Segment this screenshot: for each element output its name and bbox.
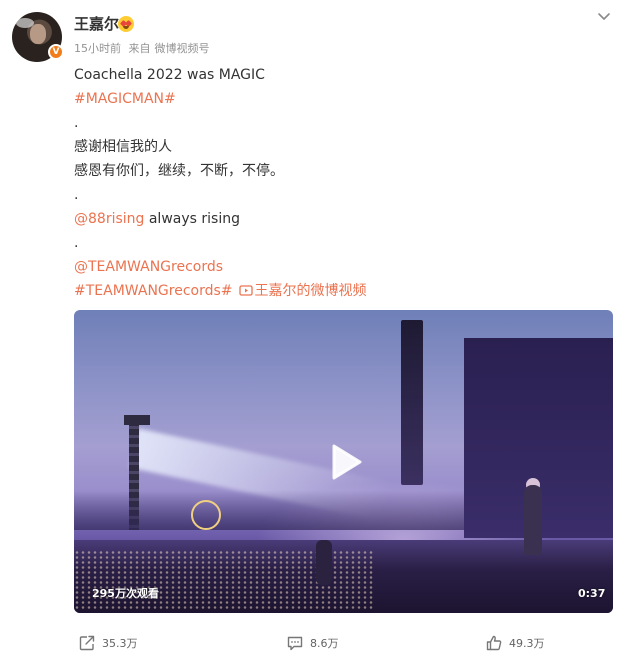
comment-icon [287, 636, 303, 651]
view-count: 295万次观看 [92, 587, 159, 600]
post-time[interactable]: 15小时前 [74, 42, 121, 55]
video-link[interactable]: 王嘉尔的微博视频 [233, 283, 367, 299]
post-text: Coachella 2022 was MAGIC #MAGICMAN# . 感谢… [74, 63, 614, 303]
play-icon[interactable] [322, 440, 366, 484]
text-line: . [74, 187, 79, 203]
share-button[interactable]: 35.3万 [78, 628, 138, 658]
text-line: Coachella 2022 was MAGIC [74, 67, 265, 83]
avatar-face [30, 24, 46, 44]
video-duration: 0:37 [578, 587, 606, 600]
hashtag-link[interactable]: #TEAMWANGrecords# [74, 283, 233, 299]
weibo-post-card: V 王嘉尔 15小时前 来自 微博视频号 Coachella 2022 was M… [0, 0, 631, 662]
chevron-down-icon[interactable] [596, 8, 612, 24]
hashtag-link[interactable]: #MAGICMAN# [74, 87, 614, 111]
video-icon [238, 285, 253, 296]
post-meta: 15小时前 来自 微博视频号 [74, 42, 214, 56]
share-count: 35.3万 [102, 637, 138, 650]
video-link-label: 王嘉尔的微博视频 [254, 283, 367, 299]
ferris-wheel [191, 500, 221, 530]
comment-button[interactable]: 8.6万 [286, 628, 339, 658]
verified-badge-icon: V [48, 44, 64, 60]
performer-figure [524, 485, 542, 555]
source-prefix: 来自 [128, 42, 151, 55]
text-line: . [74, 235, 79, 251]
action-bar: 35.3万 8.6万 49.3万 [0, 628, 631, 658]
text-line: 感谢相信我的人 [74, 139, 172, 155]
comment-count: 8.6万 [310, 637, 339, 650]
fan-badge-icon[interactable] [118, 16, 134, 32]
mention-link[interactable]: @TEAMWANGrecords [74, 255, 614, 279]
like-button[interactable]: 49.3万 [485, 628, 545, 658]
mention-link[interactable]: @88rising [74, 211, 144, 227]
text-fragment: always rising [144, 211, 240, 227]
speaker-array [401, 320, 423, 485]
text-line: 感恩有你们，继续，不断，不停。 [74, 163, 284, 179]
post-source[interactable]: 微博视频号 [155, 42, 210, 55]
share-icon [79, 635, 95, 651]
text-line: #TEAMWANGrecords# 王嘉尔的微博视频 [74, 279, 614, 303]
thumbs-up-icon [486, 635, 502, 651]
text-line: @88rising always rising [74, 207, 614, 231]
video-player[interactable]: 295万次观看 0:37 [74, 310, 613, 613]
username[interactable]: 王嘉尔 [74, 14, 119, 34]
performer-figure [316, 540, 332, 585]
like-count: 49.3万 [509, 637, 545, 650]
text-line: . [74, 115, 79, 131]
smile-icon [123, 26, 129, 29]
